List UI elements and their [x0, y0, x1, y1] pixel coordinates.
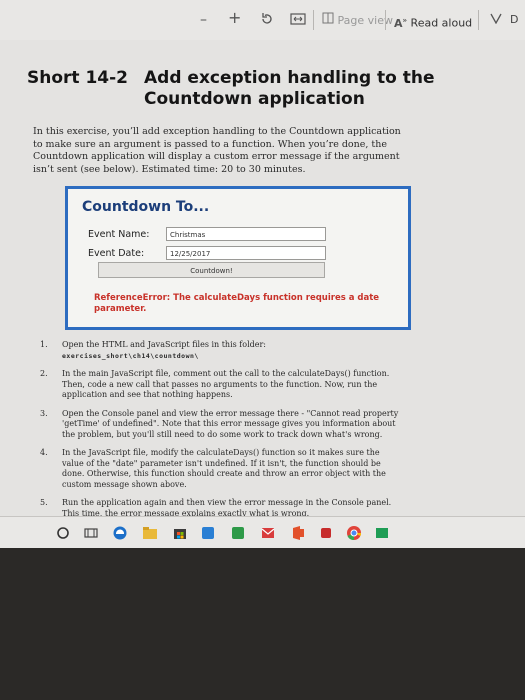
zoom-out-button[interactable]: –	[200, 12, 207, 28]
step-number: 5.	[40, 498, 48, 507]
error-message: ReferenceError: The calculateDays functi…	[94, 293, 380, 314]
folder-path: exercises_short\ch14\countdown\	[62, 351, 199, 360]
document-page: Short 14-2 Add exception handling to the…	[0, 40, 525, 520]
read-aloud-button[interactable]: A» Read aloud	[394, 12, 472, 32]
toolbar-divider	[313, 10, 314, 30]
toolbar-divider	[478, 10, 479, 30]
step-text: In the JavaScript file, modify the calcu…	[62, 448, 386, 489]
read-aloud-label: Read aloud	[410, 16, 473, 30]
task-view-icon[interactable]	[83, 525, 99, 541]
file-explorer-icon[interactable]	[142, 525, 158, 541]
app-icon-green-2[interactable]	[374, 525, 390, 541]
store-icon[interactable]	[172, 525, 188, 541]
start-icon[interactable]	[55, 525, 71, 541]
list-item: 4. In the JavaScript file, modify the ca…	[40, 448, 400, 490]
step-number: 4.	[40, 448, 48, 457]
exercise-title: Add exception handling to the Countdown …	[144, 68, 435, 109]
screen: – + Page view A» Read aloud D Short 14-2	[0, 0, 525, 548]
exercise-number: Short 14-2	[27, 68, 128, 88]
step-number: 3.	[40, 408, 48, 418]
chrome-icon[interactable]	[346, 525, 362, 541]
rotate-icon[interactable]	[260, 12, 274, 31]
page-view-icon	[322, 12, 338, 27]
app-icon-blue[interactable]	[200, 525, 216, 541]
page-view-button[interactable]: Page view	[322, 12, 393, 29]
countdown-button[interactable]: Countdown!	[98, 262, 325, 278]
list-item: 3. Open the Console panel and view the e…	[40, 409, 400, 441]
read-aloud-icon: A»	[394, 16, 408, 30]
intro-paragraph: In this exercise, you’ll add exception h…	[33, 126, 401, 175]
taskbar	[0, 516, 525, 548]
step-text: Open the HTML and JavaScript files in th…	[62, 340, 267, 349]
event-date-field[interactable]: 12/25/2017	[166, 246, 326, 260]
reader-toolbar: – + Page view A» Read aloud D	[0, 0, 525, 41]
step-number: 1.	[40, 340, 48, 349]
zoom-in-button[interactable]: +	[228, 10, 241, 26]
edge-icon[interactable]	[112, 525, 128, 541]
draw-icon[interactable]	[490, 12, 502, 29]
countdown-app-preview: Countdown To... Event Name: Christmas Ev…	[65, 186, 411, 330]
toolbar-divider	[385, 10, 386, 30]
mail-icon[interactable]	[260, 525, 276, 541]
event-name-field[interactable]: Christmas	[166, 227, 326, 241]
event-date-label: Event Date:	[88, 248, 145, 259]
list-item: 2. In the main JavaScript file, comment …	[40, 369, 400, 401]
step-text: Open the Console panel and view the erro…	[62, 408, 399, 439]
app-icon-red[interactable]	[318, 525, 334, 541]
toolbar-cut-label: D	[510, 13, 519, 26]
fit-page-icon[interactable]	[290, 12, 306, 31]
app-icon-green[interactable]	[230, 525, 246, 541]
event-name-label: Event Name:	[88, 229, 150, 240]
list-item: 1. Open the HTML and JavaScript files in…	[40, 340, 400, 361]
monitor-bezel	[0, 548, 525, 700]
office-icon[interactable]	[290, 525, 306, 541]
step-text: In the main JavaScript file, comment out…	[62, 369, 390, 399]
app-title: Countdown To...	[82, 199, 210, 215]
steps-list: 1. Open the HTML and JavaScript files in…	[40, 340, 400, 527]
step-number: 2.	[40, 369, 48, 378]
